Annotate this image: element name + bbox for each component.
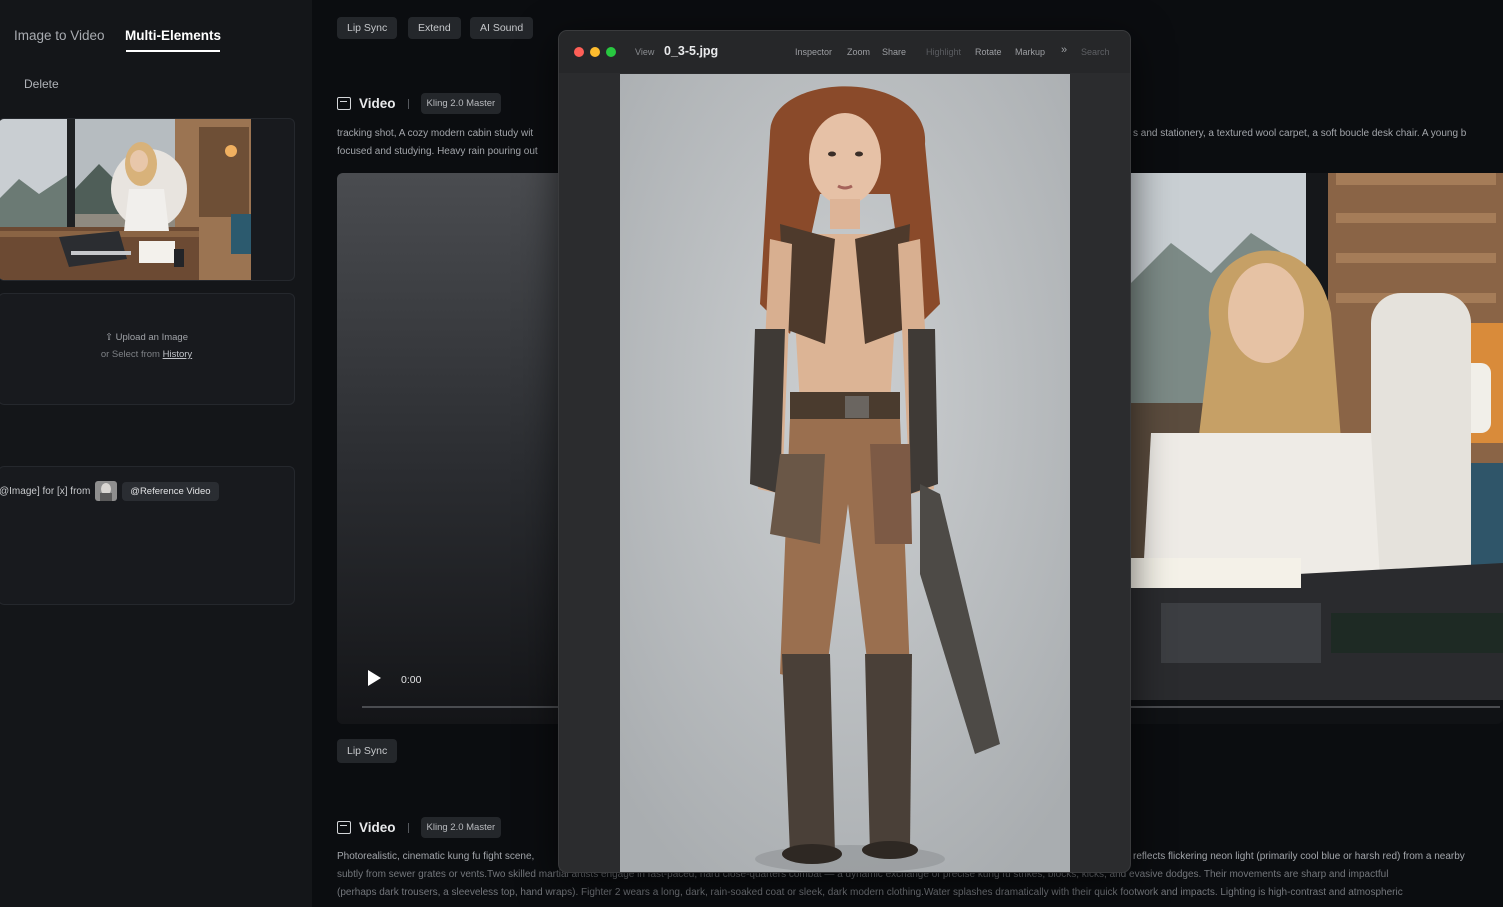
upload-select-prefix: or Select from [100,349,160,360]
prompt-prefix-text: @Image] for [x] from [0,485,91,497]
upload-area[interactable]: ⇪ Upload an Image or Select from History [0,332,294,360]
prompt-description-2-line1: Photorealistic, cinematic kung fu fight … [337,851,535,862]
left-panel: Image to Video Multi-Elements Delete ⇪ U… [0,0,312,907]
view-menu[interactable]: View [635,47,654,57]
section-title: Video [359,96,396,111]
upload-image-card[interactable]: ⇪ Upload an Image or Select from History [0,293,295,405]
reference-image-card[interactable] [0,118,295,281]
play-icon[interactable] [368,670,381,686]
lip-sync-chip-top[interactable]: Lip Sync [337,17,398,39]
search-field[interactable]: Search [1081,47,1110,57]
rotate-button[interactable]: Rotate [975,47,1002,57]
close-window-button[interactable] [574,47,584,57]
reference-image-thumbnail [0,119,251,280]
zoom-window-button[interactable] [606,47,616,57]
video-icon [337,821,351,834]
active-tab-indicator [126,50,220,52]
tab-image-to-video[interactable]: Image to Video [14,28,105,43]
more-tools-icon[interactable]: » [1061,44,1067,56]
history-link[interactable]: History [163,349,193,360]
prompt-description-line2: focused and studying. Heavy rain pouring… [337,146,538,157]
inspector-button[interactable]: Inspector [795,47,832,57]
file-name: 0_3-5.jpg [664,44,719,58]
share-button[interactable]: Share [882,47,906,57]
highlight-button[interactable]: Highlight [926,47,961,57]
video-section-header-1: Video Kling 2.0 Master [337,93,502,114]
upload-icon: ⇪ [105,332,113,343]
markup-button[interactable]: Markup [1015,47,1045,57]
quicklook-titlebar[interactable]: View 0_3-5.jpg Inspector Zoom Share High… [559,31,1130,73]
ai-sound-chip[interactable]: AI Sound [470,17,534,39]
video-section-header-2: Video Kling 2.0 Master [337,817,502,838]
preview-image [620,74,1070,872]
minimize-window-button[interactable] [590,47,600,57]
prompt-description-2-line1-right: reflects flickering neon light (primaril… [1133,851,1465,862]
tab-multi-elements[interactable]: Multi-Elements [125,28,221,43]
delete-button[interactable]: Delete [24,77,59,91]
prompt-description-2-line3: (perhaps dark trousers, a sleeveless top… [337,887,1403,898]
model-badge: Kling 2.0 Master [420,817,502,838]
prompt-line: @Image] for [x] from @Reference Video [0,481,219,501]
reference-video-chip[interactable]: @Reference Video [122,481,219,501]
quicklook-window[interactable]: View 0_3-5.jpg Inspector Zoom Share High… [558,30,1131,873]
prompt-description-line1-right: s and stationery, a textured wool carpet… [1133,128,1467,139]
upload-label: Upload an Image [115,332,188,343]
prompt-description-line1: tracking shot, A cozy modern cabin study… [337,128,534,139]
section-title: Video [359,820,396,835]
lip-sync-button[interactable]: Lip Sync [337,739,398,763]
divider [407,98,409,109]
model-badge: Kling 2.0 Master [420,93,502,114]
prompt-card[interactable]: @Image] for [x] from @Reference Video [0,466,295,605]
reference-video-avatar [95,481,118,501]
video-frame-right [1131,173,1503,700]
extend-chip[interactable]: Extend [408,17,461,39]
video-time: 0:00 [401,674,422,686]
zoom-button[interactable]: Zoom [847,47,870,57]
video-icon [337,97,351,110]
divider [407,822,409,833]
